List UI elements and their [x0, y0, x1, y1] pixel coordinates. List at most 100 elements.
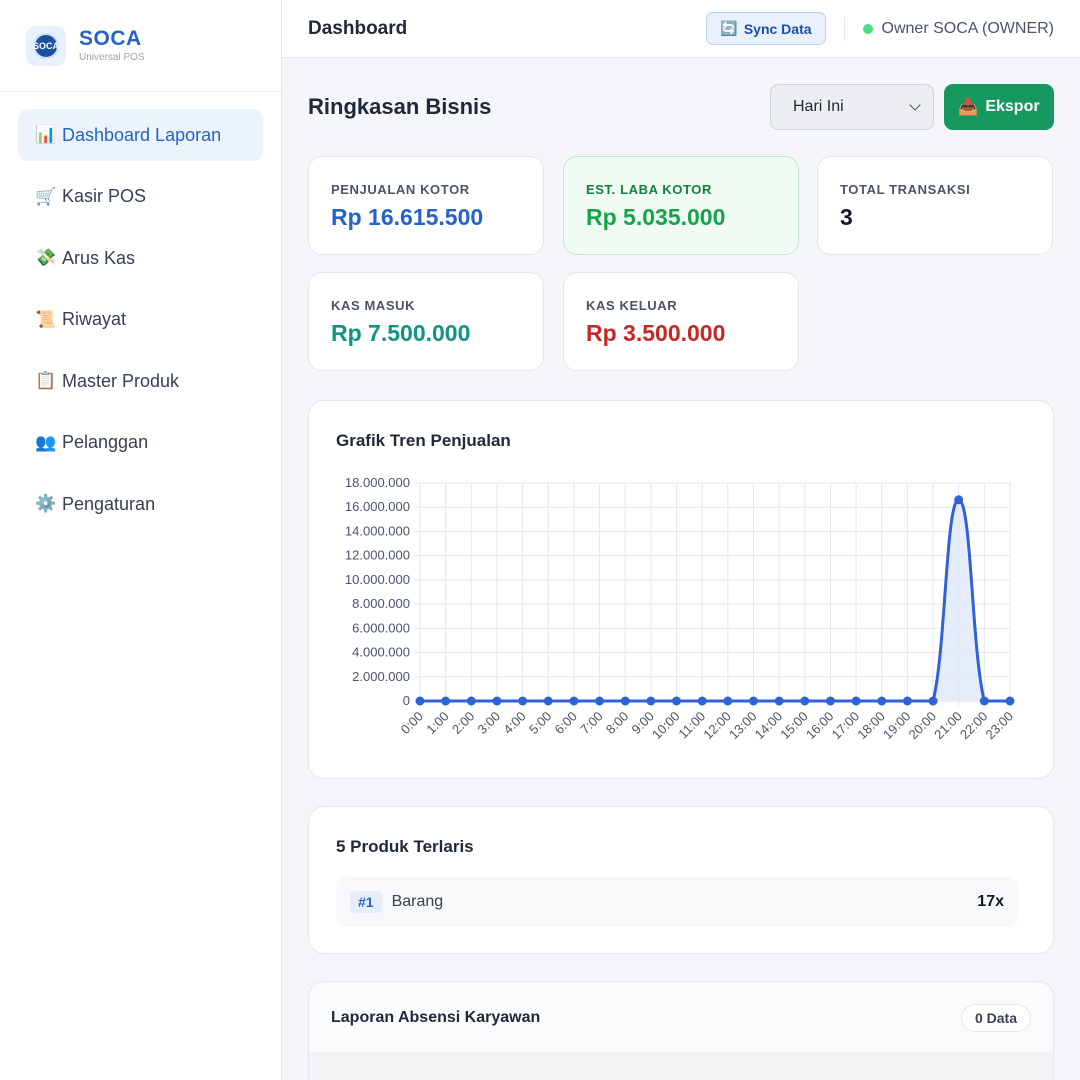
- data-point: [851, 696, 861, 706]
- x-tick-label: 4:00: [500, 709, 529, 738]
- user-name[interactable]: Owner SOCA (OWNER): [882, 20, 1054, 38]
- y-tick-label: 12.000.000: [345, 548, 410, 563]
- x-tick-label: 23:00: [983, 709, 1017, 743]
- data-point: [518, 696, 528, 706]
- x-tick-label: 0:00: [398, 709, 427, 738]
- stat-card-kas-keluar: KAS KELUAR Rp 3.500.000: [563, 272, 799, 371]
- main-content: Ringkasan Bisnis Hari Ini 📥 Ekspor PENJU…: [308, 58, 1054, 1080]
- product-name: Barang: [391, 893, 444, 910]
- period-select-value: Hari Ini: [793, 98, 844, 115]
- data-point: [595, 696, 605, 706]
- y-tick-label: 18.000.000: [345, 475, 410, 490]
- stat-value: Rp 5.035.000: [586, 204, 726, 230]
- header-divider: [843, 16, 845, 41]
- brand-name: SOCA: [79, 27, 142, 50]
- x-tick-label: 3:00: [475, 709, 504, 738]
- sync-icon: 🔄: [720, 20, 738, 36]
- data-point: [748, 696, 758, 706]
- y-tick-label: 10.000.000: [345, 572, 410, 587]
- stat-label: PENJUALAN KOTOR: [331, 182, 470, 197]
- inbox-tray-icon: 📥: [958, 99, 979, 116]
- data-point: [774, 696, 784, 706]
- sidebar-item-dashboard-laporan[interactable]: 📊 Dashboard Laporan: [18, 109, 263, 161]
- sync-data-button[interactable]: 🔄 Sync Data: [706, 12, 826, 45]
- data-point: [902, 696, 912, 706]
- x-tick-label: 5:00: [526, 709, 555, 738]
- period-select[interactable]: Hari Ini: [770, 84, 934, 130]
- top-header: Dashboard 🔄 Sync Data Owner SOCA (OWNER): [282, 0, 1080, 58]
- x-tick-label: 20:00: [906, 709, 940, 743]
- x-tick-label: 12:00: [700, 709, 734, 743]
- sidebar-nav: 📊 Dashboard Laporan 🛒 Kasir POS 💸 Arus K…: [0, 92, 281, 557]
- x-tick-label: 13:00: [726, 709, 760, 743]
- online-status-dot: [862, 23, 873, 34]
- sidebar-item-riwayat[interactable]: 📜 Riwayat: [18, 294, 263, 346]
- x-tick-label: 22:00: [957, 709, 991, 743]
- sidebar-item-pengaturan[interactable]: ⚙️ Pengaturan: [18, 478, 263, 530]
- sidebar-item-arus-kas[interactable]: 💸 Arus Kas: [18, 232, 263, 284]
- stat-value: Rp 16.615.500: [331, 204, 484, 230]
- cart-icon: 🛒: [35, 186, 57, 206]
- sidebar-item-label: Arus Kas: [62, 247, 136, 268]
- data-point: [979, 696, 989, 706]
- sidebar-item-label: Riwayat: [62, 309, 127, 329]
- summary-title: Ringkasan Bisnis: [308, 94, 492, 119]
- sidebar: SOCA SOCA Universal POS 📊 Dashboard Lapo…: [0, 0, 282, 1080]
- sidebar-item-label: Pelanggan: [62, 432, 149, 452]
- data-point: [954, 495, 964, 505]
- sidebar-item-label: Master Produk: [62, 370, 180, 391]
- data-point: [697, 696, 707, 706]
- sidebar-item-kasir-pos[interactable]: 🛒 Kasir POS: [18, 171, 263, 223]
- export-label: Ekspor: [985, 98, 1040, 115]
- x-tick-label: 8:00: [603, 709, 632, 738]
- y-tick-label: 8.000.000: [352, 596, 410, 611]
- x-tick-label: 10:00: [649, 709, 683, 743]
- attendance-title: Laporan Absensi Karyawan: [331, 1009, 541, 1026]
- x-tick-label: 21:00: [931, 709, 965, 743]
- rank-badge: #1: [350, 891, 382, 913]
- brand[interactable]: SOCA SOCA Universal POS: [0, 0, 281, 92]
- chart-title: Grafik Tren Penjualan: [336, 431, 511, 450]
- summary-header: Ringkasan Bisnis Hari Ini 📥 Ekspor: [308, 58, 1054, 156]
- sidebar-item-label: Dashboard Laporan: [62, 124, 222, 145]
- export-button[interactable]: 📥 Ekspor: [944, 84, 1054, 130]
- sidebar-item-master-produk[interactable]: 📋 Master Produk: [18, 355, 263, 407]
- series-line: [420, 498, 1010, 703]
- stat-value: Rp 3.500.000: [586, 320, 726, 346]
- stats-grid: PENJUALAN KOTOR Rp 16.615.500 EST. LABA …: [308, 156, 1054, 372]
- chevron-down-icon: [909, 99, 921, 111]
- data-point: [620, 696, 630, 706]
- stat-label: EST. LABA KOTOR: [586, 182, 713, 197]
- x-tick-label: 7:00: [577, 709, 606, 738]
- clipboard-icon: 📋: [35, 371, 57, 390]
- x-tick-label: 14:00: [752, 709, 786, 743]
- y-tick-label: 0: [403, 693, 410, 708]
- data-point: [415, 696, 425, 706]
- sidebar-item-label: Pengaturan: [62, 493, 156, 514]
- stat-card-penjualan-kotor: PENJUALAN KOTOR Rp 16.615.500: [308, 156, 544, 255]
- attendance-table-head: [309, 1052, 1053, 1080]
- gear-icon: ⚙️: [35, 494, 57, 513]
- x-tick-label: 17:00: [829, 709, 863, 743]
- x-tick-label: 11:00: [675, 709, 708, 742]
- users-icon: 👥: [35, 432, 57, 452]
- data-point: [672, 696, 682, 706]
- stat-label: KAS MASUK: [331, 298, 416, 313]
- list-item[interactable]: #1 Barang 17x: [336, 877, 1018, 927]
- stat-card-total-transaksi: TOTAL TRANSAKSI 3: [817, 156, 1053, 255]
- scroll-icon: 📜: [35, 309, 57, 329]
- sales-trend-chart: 0 2.000.000 4.000.000 6.000.000 8.000.000 10.…: [345, 475, 1017, 743]
- data-point: [825, 696, 835, 706]
- sidebar-item-pelanggan[interactable]: 👥 Pelanggan: [18, 417, 263, 469]
- stat-card-est-laba-kotor: EST. LABA KOTOR Rp 5.035.000: [563, 156, 799, 255]
- data-point: [877, 696, 887, 706]
- data-point: [928, 696, 938, 706]
- y-tick-label: 4.000.000: [352, 645, 410, 660]
- logo-icon: SOCA: [26, 25, 66, 66]
- stat-value: Rp 7.500.000: [331, 320, 471, 346]
- sync-data-label: Sync Data: [743, 20, 812, 37]
- series-area: [420, 499, 1010, 701]
- data-point: [646, 696, 656, 706]
- data-point: [1005, 696, 1015, 706]
- y-tick-label: 16.000.000: [345, 499, 410, 514]
